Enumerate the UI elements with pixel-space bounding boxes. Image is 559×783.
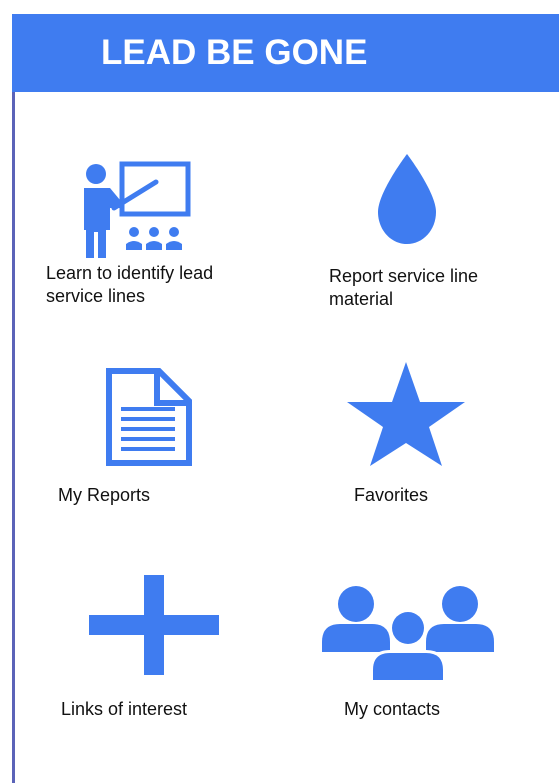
menu-item-learn[interactable]: Learn to identify lead service lines: [40, 155, 270, 325]
star-icon: [347, 362, 465, 466]
menu-item-label: My Reports: [58, 485, 151, 505]
menu-item-label: Learn to identify lead service lines: [46, 263, 214, 306]
left-divider: [12, 92, 15, 783]
app-title: LEAD BE GONE: [101, 33, 368, 72]
menu-item-label: My contacts: [344, 699, 441, 719]
document-icon: [106, 368, 192, 466]
menu-item-report[interactable]: Report service line material: [320, 150, 530, 325]
menu-item-links[interactable]: Links of interest: [55, 575, 255, 725]
teacher-presentation-icon: [84, 161, 191, 258]
menu-item-label: Report service line material: [329, 266, 479, 309]
menu-item-contacts[interactable]: My contacts: [315, 580, 515, 725]
menu-item-label: Favorites: [354, 485, 429, 505]
menu-item-label: Links of interest: [61, 699, 188, 719]
water-drop-icon: [378, 154, 436, 244]
group-icon: [322, 586, 494, 680]
plus-icon: [89, 575, 219, 675]
app-header: LEAD BE GONE: [12, 14, 559, 92]
menu-item-my-reports[interactable]: My Reports: [55, 365, 255, 515]
menu-item-favorites[interactable]: Favorites: [340, 360, 480, 515]
